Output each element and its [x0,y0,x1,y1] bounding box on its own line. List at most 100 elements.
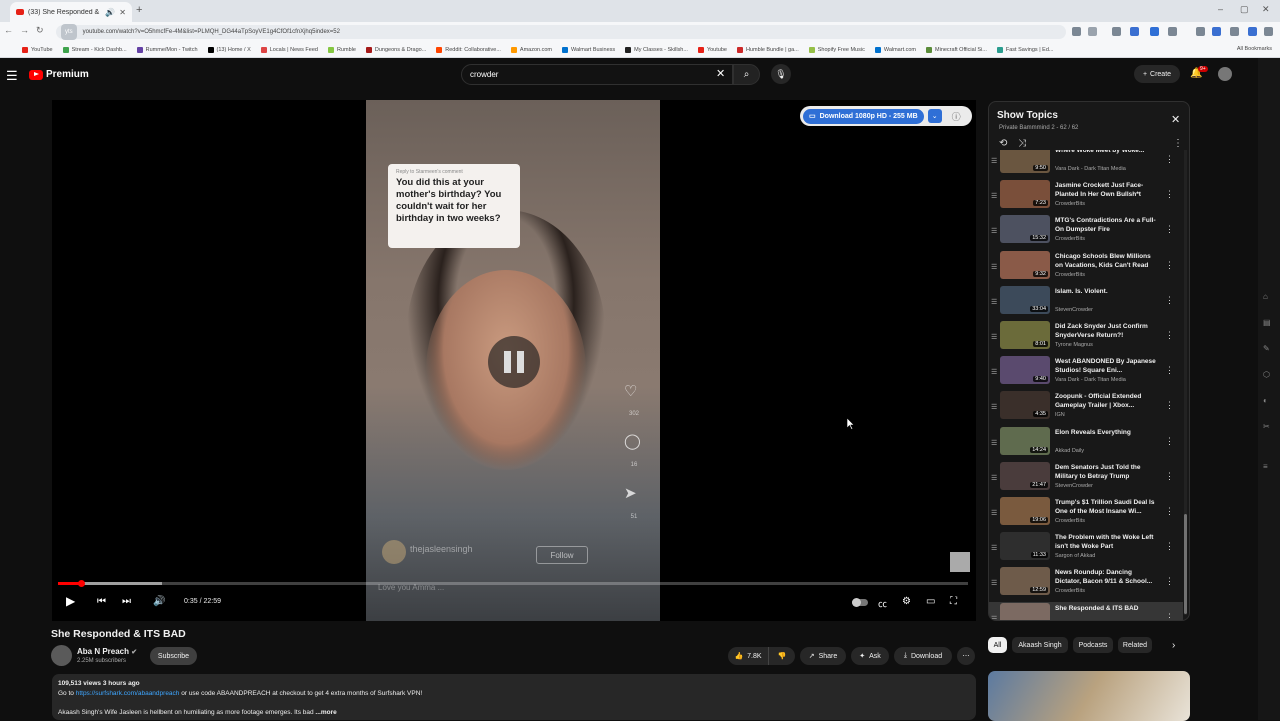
playlist-row[interactable]: ☰ 21:47 Dem Senators Just Told the Militar… [989,461,1183,496]
drag-handle-icon[interactable]: ☰ [991,474,997,482]
video-thumbnail[interactable]: 11:33 [1000,532,1050,561]
playlist-video-title[interactable]: She Responded & ITS BAD [1055,604,1158,613]
settings-gear-icon[interactable]: ⚙ [902,596,911,607]
bookmark-item[interactable]: (13) Home / X [207,46,251,53]
bookmark-item[interactable]: Walmart.com [874,46,916,53]
side-panel-tool-icon[interactable]: ✎ [1263,344,1270,353]
autoplay-toggle[interactable] [852,598,868,607]
captions-icon[interactable]: ㏄ [878,597,887,610]
download-hd-button[interactable]: ▭ Download 1080p HD - 255 MB [803,108,924,124]
chip-akaash-singh[interactable]: Akaash Singh [1012,637,1068,653]
playlist-video-channel[interactable]: CrowderBits [1055,272,1085,278]
playlist-row[interactable]: ☰ 9:50 Where Woke Meet by Woke... Vara Dark… [989,150,1183,179]
maximize-icon[interactable]: ▢ [1240,4,1249,15]
playlist-video-title[interactable]: Zoopunk - Official Extended Gameplay Tra… [1055,392,1158,410]
video-thumbnail[interactable]: 8:01 [1000,321,1050,349]
vpn-extension-icon[interactable] [1248,27,1257,36]
bookmark-item[interactable]: Rumble [327,46,356,53]
shuffle-icon[interactable]: ⤨ [1018,138,1026,149]
window-close-icon[interactable]: ✕ [1262,4,1270,15]
side-panel-tool-icon[interactable]: ✂ [1263,422,1270,431]
playlist-row[interactable]: ☰ 8:01 Did Zack Snyder Just Confirm Snyder… [989,320,1183,355]
playlist-video-title[interactable]: Chicago Schools Blew Millions on Vacatio… [1055,252,1158,270]
playlist-video-title[interactable]: Islam. Is. Violent. [1055,287,1158,296]
playlist-menu-icon[interactable]: ⋮ [1173,138,1183,149]
bookmark-item[interactable]: Humble Bundle | ga... [736,46,799,53]
bookmark-item[interactable]: YouTube [22,46,53,53]
drag-handle-icon[interactable]: ☰ [991,403,997,411]
video-thumbnail[interactable]: 14:24 [1000,426,1050,455]
more-actions-icon[interactable]: ⋯ [957,647,975,665]
playlist-video-channel[interactable]: Vara Dark - Dark Titan Media [1055,377,1126,383]
theater-mode-icon[interactable]: ▭ [926,596,935,607]
extension-icon[interactable] [1112,27,1121,36]
close-playlist-icon[interactable]: ✕ [1171,113,1180,126]
all-bookmarks[interactable]: All Bookmarks [1237,46,1272,52]
volume-icon[interactable]: 🔊 [153,596,165,607]
new-tab-icon[interactable]: + [136,4,142,16]
back-icon[interactable]: ← [4,25,13,35]
playlist-row[interactable]: ☰ 19:06 Trump's $1 Trillion Saudi Deal Is … [989,496,1183,531]
video-thumbnail[interactable]: 12:59 [1000,567,1050,596]
playlist-video-title[interactable]: Elon Reveals Everything [1055,428,1158,437]
bookmark-item[interactable]: Locals | News Feed [260,46,318,53]
bookmark-star-icon[interactable] [1088,27,1097,36]
share-button[interactable]: ↗ Share [800,647,846,665]
ask-button[interactable]: ✦ Ask [851,647,889,665]
row-menu-icon[interactable]: ⋮ [1165,576,1174,587]
row-menu-icon[interactable]: ⋮ [1165,154,1174,165]
playlist-row[interactable]: ☰ 9:40 West ABANDONED By Japanese Studios!… [989,355,1183,390]
site-info-chip[interactable]: yts [61,24,77,40]
create-button[interactable]: + Create [1134,65,1180,83]
info-icon[interactable]: ⓘ [952,110,961,123]
video-thumbnail[interactable]: 4:35 [1000,391,1050,420]
bookmark-item[interactable]: Minecraft Official Si... [926,46,987,53]
playlist-video-channel[interactable]: IGN [1055,412,1065,418]
side-panel-tool-icon[interactable]: ▤ [1263,318,1271,327]
drag-handle-icon[interactable]: ☰ [991,227,997,235]
recommended-video-thumbnail[interactable] [988,671,1190,721]
playlist-video-title[interactable]: MTG's Contradictions Are a Full-On Dumps… [1055,216,1158,234]
search-input[interactable]: crowder [461,64,733,85]
clear-search-icon[interactable]: ✕ [716,67,725,80]
loop-icon[interactable]: ⟲ [999,138,1007,149]
side-panel-settings-icon[interactable]: ≡ [1263,462,1268,471]
playlist-title[interactable]: Show Topics [997,110,1058,121]
next-icon[interactable]: ⏭ [122,596,131,607]
playlist-video-channel[interactable]: StevenCrowder [1055,483,1093,489]
playlist-video-title[interactable]: Jasmine Crockett Just Face-Planted In He… [1055,181,1158,199]
drag-handle-icon[interactable]: ☰ [991,333,997,341]
side-panel-tool-icon[interactable]: ⌂ [1263,292,1268,301]
row-menu-icon[interactable]: ⋮ [1165,189,1174,200]
description-box[interactable]: 109,513 views 3 hours ago Go to https://… [52,674,976,720]
drag-handle-icon[interactable]: ☰ [991,615,997,620]
previous-icon[interactable]: ⏮ [97,596,106,607]
video-thumbnail[interactable]: 15:32 [1000,215,1050,244]
video-thumbnail[interactable]: 9:40 [1000,356,1050,385]
playlist-row[interactable]: ☰ 12:59 News Roundup: Dancing Dictator, Ba… [989,566,1183,601]
playlist-video-title[interactable]: Did Zack Snyder Just Confirm SnyderVerse… [1055,322,1158,340]
voice-search-mic-icon[interactable]: 🎙 [771,64,791,84]
chips-next-chevron-icon[interactable]: › [1172,640,1175,651]
side-panel-tool-icon[interactable]: ⬡ [1263,370,1270,379]
row-menu-icon[interactable]: ⋮ [1165,506,1174,517]
playlist-video-title[interactable]: The Problem with the Woke Left isn't the… [1055,533,1158,551]
playlist-video-title[interactable]: Trump's $1 Trillion Saudi Deal Is One of… [1055,498,1158,516]
hamburger-menu-icon[interactable]: ☰ [6,68,18,84]
drag-handle-icon[interactable]: ☰ [991,157,997,165]
playlist-video-channel[interactable]: CrowderBits [1055,236,1085,242]
video-thumbnail[interactable]: 19:06 [1000,497,1050,525]
bookmark-item[interactable]: Amazon.com [510,46,552,53]
playlist-video-channel[interactable]: StevenCrowder [1055,307,1093,313]
playlist-scroll-thumb[interactable] [1184,514,1187,614]
playlist-video-channel[interactable]: CrowderBits [1055,518,1085,524]
endscreen-thumbnail[interactable] [950,552,970,572]
playlist-row[interactable]: ☰22:00She Responded & ITS BADAba N Preac… [989,601,1183,620]
row-menu-icon[interactable]: ⋮ [1165,471,1174,482]
dislike-button[interactable]: 👎 [768,647,795,665]
row-menu-icon[interactable]: ⋮ [1165,260,1174,271]
video-thumbnail[interactable]: 21:47 [1000,461,1050,490]
play-icon[interactable]: ▶ [66,594,75,608]
row-menu-icon[interactable]: ⋮ [1165,295,1174,306]
more-link[interactable]: ...more [315,709,336,716]
